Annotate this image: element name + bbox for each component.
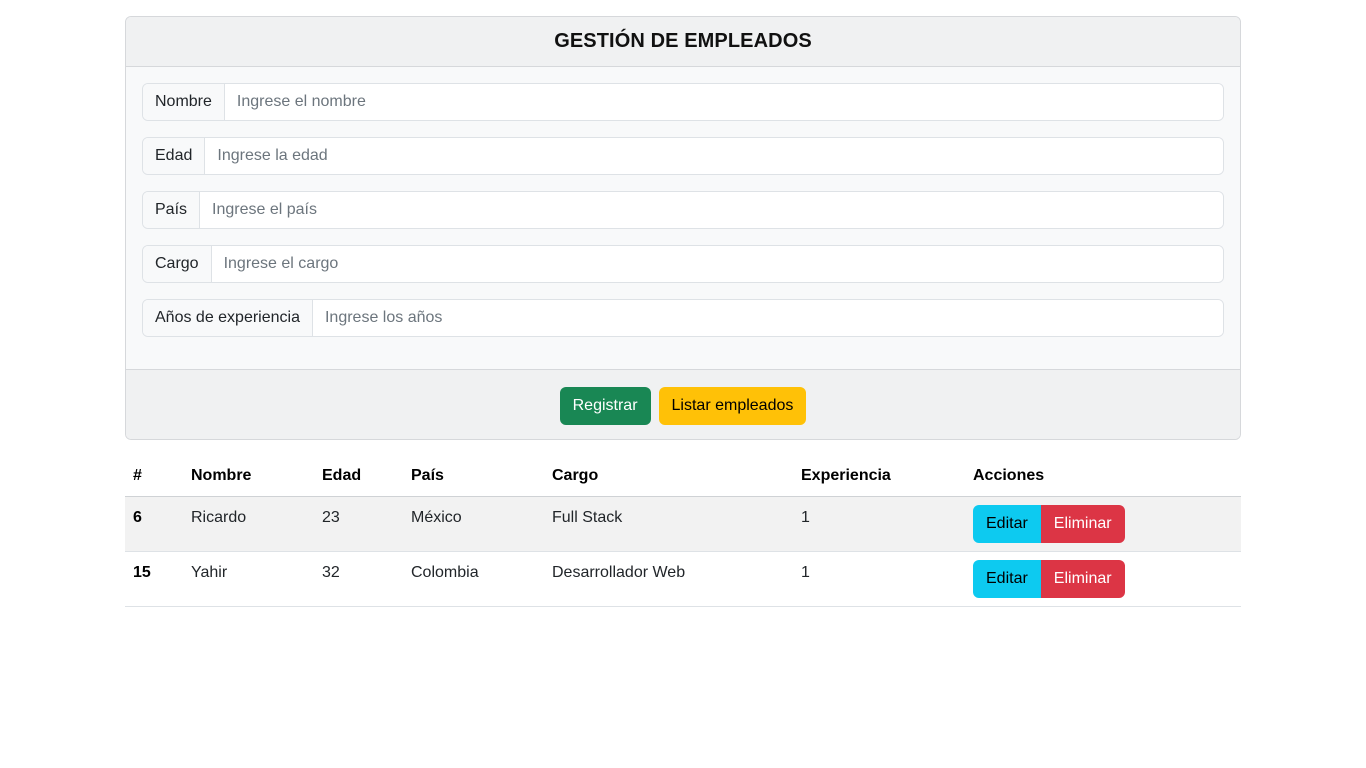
table-header-row: # Nombre Edad País Cargo Experiencia Acc… — [125, 456, 1241, 497]
delete-button[interactable]: Eliminar — [1040, 504, 1125, 543]
row-nombre: Ricardo — [191, 508, 247, 526]
header-acciones: Acciones — [965, 456, 1241, 497]
card-header: GESTIÓN DE EMPLEADOS — [126, 17, 1240, 67]
row-cargo: Full Stack — [552, 508, 623, 526]
row-actions: Editar Eliminar — [973, 504, 1125, 543]
experiencia-input-group: Años de experiencia — [142, 299, 1224, 337]
header-cargo: Cargo — [544, 456, 793, 497]
row-nombre: Yahir — [191, 563, 228, 581]
table-row: 15 Yahir 32 Colombia Desarrollador Web 1… — [125, 551, 1241, 607]
nombre-input-group: Nombre — [142, 83, 1224, 121]
pais-input[interactable] — [200, 192, 1223, 228]
table-row: 6 Ricardo 23 México Full Stack 1 Editar … — [125, 496, 1241, 552]
row-id: 6 — [133, 508, 142, 526]
row-experiencia: 1 — [801, 508, 810, 526]
nombre-input[interactable] — [224, 84, 1223, 120]
edit-button[interactable]: Editar — [973, 559, 1041, 598]
register-button[interactable]: Registrar — [559, 386, 651, 425]
cargo-input[interactable] — [211, 246, 1223, 282]
page-title: GESTIÓN DE EMPLEADOS — [554, 30, 812, 52]
row-actions: Editar Eliminar — [973, 559, 1125, 598]
experiencia-input[interactable] — [312, 300, 1223, 336]
row-pais: México — [411, 508, 462, 526]
card-footer: Registrar Listar empleados — [126, 369, 1240, 439]
employees-table: # Nombre Edad País Cargo Experiencia Acc… — [125, 456, 1241, 607]
cargo-input-group: Cargo — [142, 245, 1224, 283]
header-pais: País — [403, 456, 544, 497]
edad-input[interactable] — [205, 138, 1223, 174]
header-experiencia: Experiencia — [793, 456, 965, 497]
delete-button[interactable]: Eliminar — [1040, 559, 1125, 598]
experiencia-label: Años de experiencia — [143, 300, 313, 336]
edit-button[interactable]: Editar — [973, 504, 1041, 543]
header-nombre: Nombre — [183, 456, 314, 497]
row-edad: 32 — [322, 563, 340, 581]
edad-input-group: Edad — [142, 137, 1224, 175]
row-experiencia: 1 — [801, 563, 810, 581]
header-id: # — [125, 456, 183, 497]
row-edad: 23 — [322, 508, 340, 526]
row-id: 15 — [133, 563, 151, 581]
header-edad: Edad — [314, 456, 403, 497]
edad-label: Edad — [143, 138, 206, 174]
cargo-label: Cargo — [143, 246, 212, 282]
pais-input-group: País — [142, 191, 1224, 229]
pais-label: País — [143, 192, 201, 228]
row-pais: Colombia — [411, 563, 479, 581]
employee-form-card: GESTIÓN DE EMPLEADOS Nombre Edad País Ca… — [125, 16, 1241, 440]
list-employees-button[interactable]: Listar empleados — [658, 386, 807, 425]
nombre-label: Nombre — [143, 84, 225, 120]
row-cargo: Desarrollador Web — [552, 563, 686, 581]
form-body: Nombre Edad País Cargo Años de experienc… — [126, 67, 1240, 369]
